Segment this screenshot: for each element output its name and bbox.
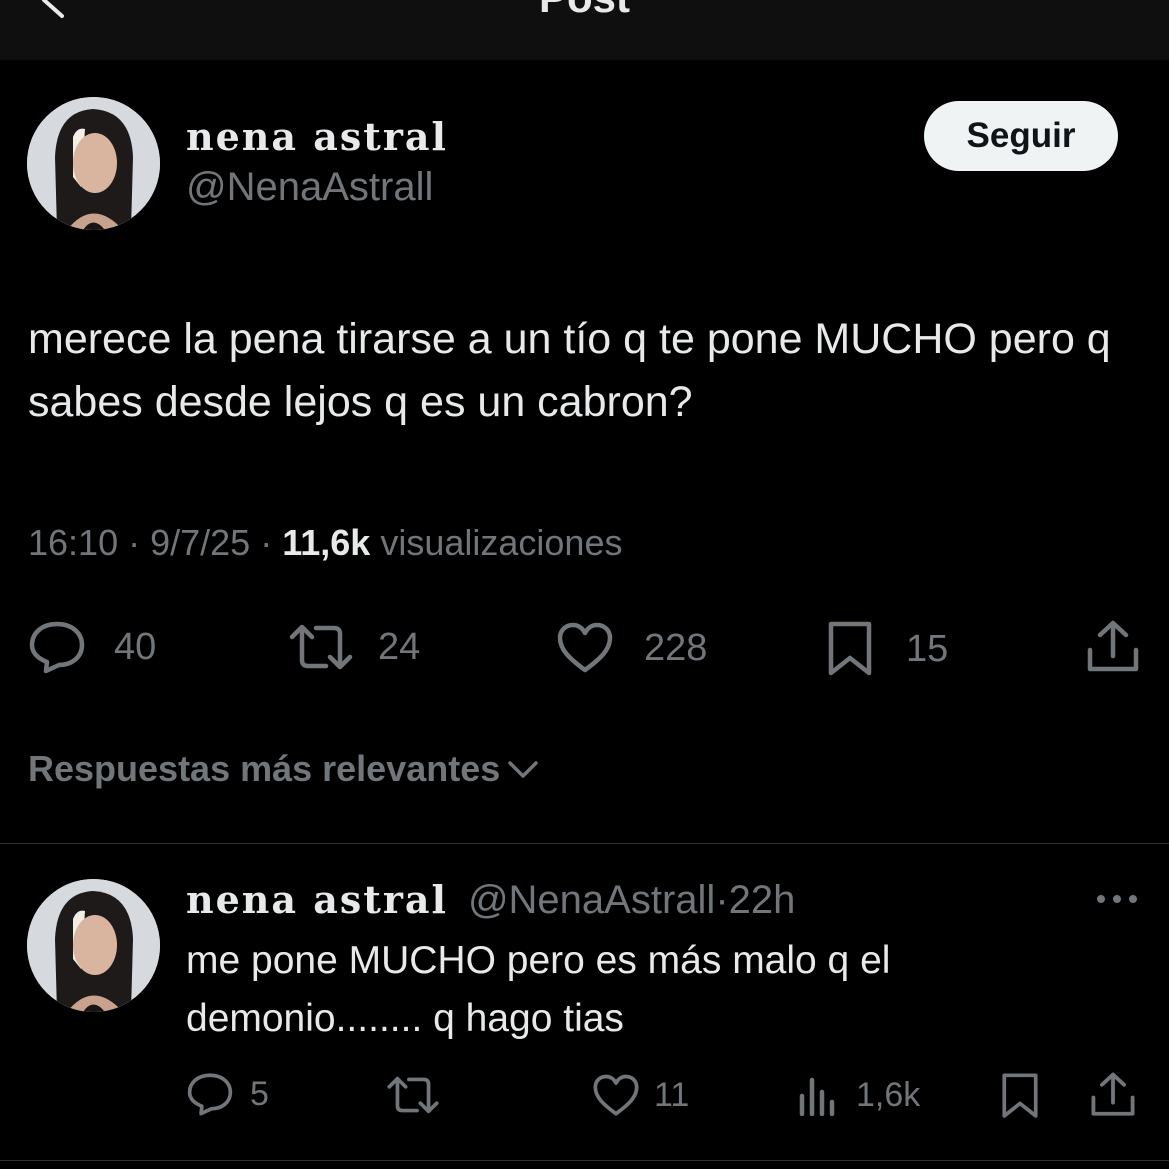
post-time: 16:10	[28, 522, 119, 563]
reply-repost-button[interactable]	[386, 1074, 440, 1116]
avatar-image	[27, 97, 160, 230]
reply-share-button[interactable]	[1090, 1072, 1136, 1118]
follow-button[interactable]: Seguir	[924, 101, 1118, 171]
chevron-down-icon	[508, 761, 539, 778]
post-date[interactable]: 9/7/25	[150, 522, 250, 563]
reply-like-button[interactable]: 11	[592, 1074, 689, 1117]
view-count: 11,6k	[282, 522, 371, 563]
reply-bookmark-button[interactable]	[1000, 1072, 1040, 1120]
author-name[interactable]: nena astral	[186, 114, 448, 159]
repost-arrows-icon	[387, 1076, 439, 1114]
views-label: visualizaciones	[380, 522, 623, 563]
bar-chart-icon	[799, 1077, 835, 1116]
reply-avatar[interactable]	[27, 879, 160, 1012]
top-bar: Post	[0, 0, 1169, 60]
reply-count: 40	[114, 625, 157, 668]
share-upload-icon	[1091, 1072, 1135, 1116]
speech-bubble-icon	[29, 621, 85, 674]
reply-views-button[interactable]: 1,6k	[798, 1074, 920, 1116]
share-button[interactable]	[1086, 620, 1140, 674]
like-button[interactable]: 228	[556, 622, 707, 674]
reply-text: me pone MUCHO pero es más malo q el demo…	[186, 939, 891, 1040]
author-handle[interactable]: @NenaAstrall	[186, 165, 433, 210]
reply-header: nena astral @NenaAstrall · 22h	[186, 877, 795, 923]
reply-like-count: 11	[654, 1076, 690, 1114]
post-meta: 16:10 · 9/7/25 · 11,6k visualizaciones	[28, 522, 622, 564]
reply-reply-button[interactable]: 5	[186, 1072, 269, 1116]
repost-count: 24	[378, 625, 421, 668]
replies-sort-dropdown[interactable]: Respuestas más relevantes	[28, 748, 540, 790]
heart-icon	[557, 622, 613, 673]
bookmark-button[interactable]: 15	[826, 620, 948, 678]
speech-bubble-icon	[187, 1073, 233, 1116]
sort-label: Respuestas más relevantes	[28, 748, 501, 789]
repost-button[interactable]: 24	[288, 622, 420, 672]
divider	[0, 843, 1169, 844]
separator-dot: ·	[128, 522, 151, 563]
post-text: merece la pena tirarse a un tío q te pon…	[28, 315, 1111, 426]
heart-icon	[593, 1074, 639, 1116]
separator-dot: ·	[260, 522, 283, 563]
reply-reply-count: 5	[250, 1074, 269, 1113]
separator-dot: ·	[715, 878, 729, 922]
reply-author-name[interactable]: nena astral	[186, 877, 448, 922]
avatar-image	[27, 879, 160, 1012]
more-dots-icon[interactable]	[1095, 892, 1139, 906]
reply-view-count: 1,6k	[856, 1075, 921, 1114]
bookmark-icon	[828, 621, 872, 676]
share-upload-icon	[1087, 620, 1139, 672]
bookmark-count: 15	[906, 627, 949, 670]
reply-age[interactable]: 22h	[729, 878, 796, 923]
avatar[interactable]	[27, 97, 160, 230]
repost-arrows-icon	[289, 624, 353, 670]
reply-button[interactable]: 40	[28, 620, 156, 674]
page-title: Post	[0, 0, 1169, 22]
reply-author-handle[interactable]: @NenaAstrall	[468, 878, 715, 923]
bookmark-icon	[1002, 1073, 1038, 1118]
like-count: 228	[644, 626, 708, 669]
divider	[0, 1160, 1169, 1161]
